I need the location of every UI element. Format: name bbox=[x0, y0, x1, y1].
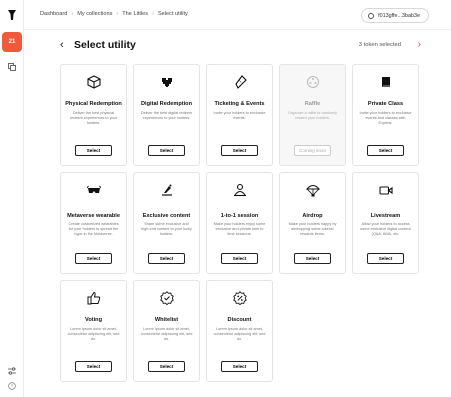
box-icon bbox=[86, 75, 101, 89]
select-button[interactable]: Select bbox=[367, 145, 404, 156]
card-title: Exclusive content bbox=[142, 213, 191, 219]
vr-glasses-icon bbox=[86, 185, 101, 193]
copy-icon bbox=[8, 63, 16, 71]
utility-card-metaverse-wearable[interactable]: Metaverse wearable Create customized wea… bbox=[60, 172, 127, 274]
card-description: Make your holders happy by airdropping s… bbox=[288, 222, 337, 236]
card-title: Digital Redemption bbox=[141, 101, 192, 107]
breadcrumb-my-collections[interactable]: My collections bbox=[77, 11, 112, 17]
card-description: Lorem ipsum dolor sit amet, consectetur … bbox=[140, 327, 193, 341]
utility-card-one-to-one-session[interactable]: 1-to-1 session Make your holders enjoy s… bbox=[206, 172, 273, 274]
card-title: 1-to-1 session bbox=[220, 213, 259, 219]
utility-card-whitelist[interactable]: Whitelist Lorem ipsum dolor sit amet, co… bbox=[133, 280, 200, 382]
wallet-button[interactable]: f013gffe...3bab3e bbox=[361, 8, 429, 23]
card-title: Private Class bbox=[367, 101, 404, 107]
token-selected-count: 3 token selected bbox=[358, 42, 401, 48]
sidebar-item-copy[interactable] bbox=[0, 58, 24, 76]
select-button[interactable]: Select bbox=[148, 361, 185, 372]
card-description: Share some exclusive and high-end conten… bbox=[141, 222, 192, 236]
book-icon bbox=[381, 77, 390, 87]
select-button[interactable]: Select bbox=[221, 361, 258, 372]
card-title: Discount bbox=[227, 317, 252, 323]
next-button[interactable]: › bbox=[418, 38, 421, 52]
back-button[interactable]: ‹ bbox=[60, 38, 64, 52]
page-header: ‹ Select utility 3 token selected › bbox=[60, 38, 421, 54]
select-button[interactable]: Select bbox=[367, 253, 404, 264]
sliders-icon bbox=[8, 367, 16, 375]
sidebar-item-active[interactable]: 21 bbox=[2, 32, 22, 52]
select-button[interactable]: Select bbox=[75, 361, 112, 372]
card-title: Whitelist bbox=[154, 317, 179, 323]
help-icon: ? bbox=[8, 382, 16, 390]
sidebar-item-help[interactable]: ? bbox=[0, 377, 24, 395]
card-description: Invite your holders to exclusive events. bbox=[213, 111, 266, 120]
wallet-address: f013gffe...3bab3e bbox=[378, 12, 420, 19]
breadcrumb-the-littles[interactable]: The Littles bbox=[122, 11, 148, 17]
breadcrumb-select-utility: Select utility bbox=[157, 11, 188, 17]
utility-card-ticketing-events[interactable]: Ticketing & Events Invite your holders t… bbox=[206, 64, 273, 166]
select-button[interactable]: Select bbox=[148, 145, 185, 156]
breadcrumb-separator: › bbox=[116, 11, 119, 17]
utility-card-airdrop[interactable]: Airdrop Make your holders happy by airdr… bbox=[279, 172, 346, 274]
select-button[interactable]: Select bbox=[221, 145, 258, 156]
utility-card-digital-redemption[interactable]: Digital Redemption Deliver the best digi… bbox=[133, 64, 200, 166]
breadcrumb-separator: › bbox=[71, 11, 74, 17]
card-title: Physical Redemption bbox=[65, 101, 122, 107]
utility-card-exclusive-content[interactable]: Exclusive content Share some exclusive a… bbox=[133, 172, 200, 274]
card-title: Livestream bbox=[370, 213, 401, 219]
card-description: Invite your holders to exclusive events … bbox=[359, 111, 412, 125]
thumbs-up-icon bbox=[87, 291, 100, 305]
card-description: Create customized wearables for your hol… bbox=[68, 222, 119, 236]
card-title: Voting bbox=[85, 317, 102, 323]
sidebar: 21 ? bbox=[0, 0, 24, 397]
utility-card-private-class[interactable]: Private Class Invite your holders to exc… bbox=[352, 64, 419, 166]
svg-text:?: ? bbox=[11, 384, 14, 389]
card-title: Airdrop bbox=[302, 213, 323, 219]
select-button[interactable]: Select bbox=[294, 253, 331, 264]
utility-card-livestream[interactable]: Livestream Allow your holders to access … bbox=[352, 172, 419, 274]
session-icon bbox=[233, 183, 246, 197]
select-button[interactable]: Select bbox=[221, 253, 258, 264]
card-title: Raffle bbox=[304, 101, 321, 107]
breadcrumb-separator: › bbox=[152, 11, 154, 17]
wallet-icon bbox=[368, 12, 375, 19]
card-description: Deliver the best physical redeem experie… bbox=[69, 111, 118, 125]
top-bar: Dashboard › My collections › The Littles… bbox=[24, 0, 451, 30]
utility-card-raffle: Raffle Organize a raffle to randomly rew… bbox=[279, 64, 346, 166]
card-description: Organize a raffle to randomly reward you… bbox=[288, 111, 337, 120]
card-title: Ticketing & Events bbox=[214, 101, 265, 107]
card-description: Lorem ipsum dolor sit amet, consectetur … bbox=[213, 327, 266, 341]
card-description: Deliver the best digital redeem experien… bbox=[140, 111, 193, 120]
page-title: Select utility bbox=[74, 39, 136, 51]
coming-soon-button: Coming soon bbox=[294, 145, 331, 156]
parachute-icon bbox=[305, 184, 320, 197]
card-description: Allow your holders to access some exclus… bbox=[360, 222, 411, 236]
utility-card-discount[interactable]: Discount Lorem ipsum dolor sit amet, con… bbox=[206, 280, 273, 382]
card-description: Lorem ipsum dolor sit amet, consectetur … bbox=[67, 327, 120, 341]
sidebar-active-label: 21 bbox=[8, 39, 16, 45]
card-title: Metaverse wearable bbox=[67, 213, 120, 219]
tree-logo-icon[interactable] bbox=[7, 9, 17, 21]
utility-card-voting[interactable]: Voting Lorem ipsum dolor sit amet, conse… bbox=[60, 280, 127, 382]
content-icon bbox=[161, 184, 172, 196]
discount-badge-icon bbox=[232, 291, 247, 305]
utility-grid: Physical Redemption Deliver the best phy… bbox=[60, 64, 419, 382]
ticket-icon bbox=[234, 75, 247, 89]
check-badge-icon bbox=[159, 291, 174, 305]
pixel-heart-icon bbox=[161, 78, 172, 87]
breadcrumb-dashboard[interactable]: Dashboard bbox=[40, 11, 67, 17]
utility-card-physical-redemption[interactable]: Physical Redemption Deliver the best phy… bbox=[60, 64, 127, 166]
card-description: Make your holders enjoy some exclusive a… bbox=[213, 222, 266, 236]
video-icon bbox=[378, 186, 393, 195]
select-button[interactable]: Select bbox=[148, 253, 185, 264]
breadcrumb: Dashboard › My collections › The Littles… bbox=[40, 11, 188, 17]
raffle-icon bbox=[306, 76, 319, 88]
select-button[interactable]: Select bbox=[75, 253, 112, 264]
select-button[interactable]: Select bbox=[75, 145, 112, 156]
